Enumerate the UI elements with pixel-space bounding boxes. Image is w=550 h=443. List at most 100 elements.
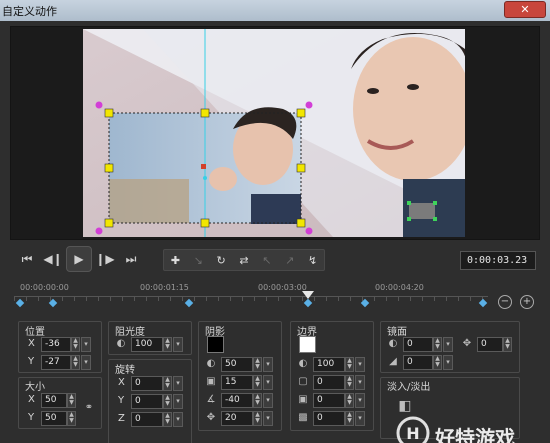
- zoom-out-icon[interactable]: −: [498, 295, 512, 309]
- opacity-field[interactable]: 100: [131, 337, 163, 352]
- swap-keyframe-icon[interactable]: ⇄: [233, 250, 256, 270]
- size-y-field[interactable]: 50: [41, 411, 67, 426]
- mirror-opacity-field[interactable]: 0: [403, 337, 433, 352]
- mirror-label: 镜面: [387, 327, 407, 338]
- mirror-distance-field[interactable]: 0: [477, 337, 503, 352]
- opacity-dropdown[interactable]: ▾: [173, 337, 183, 352]
- position-x-stepper[interactable]: ▲ ▼: [71, 337, 80, 352]
- title-bar: 自定义动作 ✕: [0, 0, 550, 21]
- position-y-dropdown[interactable]: ▾: [81, 355, 91, 370]
- skip-end-icon[interactable]: ⏭: [118, 248, 144, 270]
- mirror-fade-field[interactable]: 0: [403, 355, 433, 370]
- mirror-group: 镜面 ◐ 0 ▲ ▼ ▾ ✥ 0 ▲ ▼ ◢ 0 ▲ ▼ ▾: [380, 321, 520, 373]
- keyframe-toolbar: ✚ ↘ ↻ ⇄ ↖ ↗ ↯: [163, 249, 325, 271]
- skip-start-icon[interactable]: ⏮: [14, 248, 40, 270]
- rotation-x-field[interactable]: 0: [131, 376, 163, 391]
- border-blur-stepper[interactable]: ▲ ▼: [345, 393, 354, 408]
- size-group: 大小 X 50 ▲ ▼ Y 50 ▲ ▼ ⚭: [18, 377, 102, 429]
- prev-frame-icon[interactable]: ◀❙: [40, 248, 66, 270]
- mirror-distance-stepper[interactable]: ▲ ▼: [503, 337, 512, 352]
- link-icon[interactable]: ⚭: [83, 402, 95, 414]
- shadow-distance-stepper[interactable]: ▲ ▼: [253, 411, 262, 426]
- border-group: 边界 ◐ 100 ▲ ▼ ▾ ▢ 0 ▲ ▼ ▾ ▣ 0 ▲ ▼ ▾ ▩ 0 ▲ ▼ ▾: [290, 321, 374, 431]
- rotation-z-dropdown[interactable]: ▾: [173, 412, 183, 427]
- remove-keyframe-icon[interactable]: ↘: [187, 250, 210, 270]
- border-width-stepper[interactable]: ▲ ▼: [345, 375, 354, 390]
- reverse-keyframe-icon[interactable]: ↻: [210, 250, 233, 270]
- shadow-opacity-dropdown[interactable]: ▾: [263, 357, 273, 372]
- zoom-in-icon[interactable]: +: [520, 295, 534, 309]
- ruler-mark-2: 00:00:03:00: [258, 283, 307, 292]
- border-opacity-dropdown[interactable]: ▾: [355, 357, 365, 372]
- shadow-color-swatch[interactable]: [207, 336, 224, 353]
- move-right-icon[interactable]: ↗: [278, 250, 301, 270]
- mirror-opacity-dropdown[interactable]: ▾: [443, 337, 453, 352]
- opacity-stepper[interactable]: ▲ ▼: [163, 337, 172, 352]
- mirror-fade-stepper[interactable]: ▲ ▼: [433, 355, 442, 370]
- border-corner-dropdown[interactable]: ▾: [355, 411, 365, 426]
- border-blur-icon: ▣: [298, 394, 308, 405]
- rotation-y-dropdown[interactable]: ▾: [173, 394, 183, 409]
- rotation-z-field[interactable]: 0: [131, 412, 163, 427]
- border-width-dropdown[interactable]: ▾: [355, 375, 365, 390]
- size-y-stepper[interactable]: ▲ ▼: [67, 411, 76, 426]
- shadow-angle-field[interactable]: -40: [221, 393, 253, 408]
- shadow-blur-field[interactable]: 15: [221, 375, 253, 390]
- opacity-label: 阻光度: [115, 327, 145, 338]
- border-opacity-field[interactable]: 100: [313, 357, 345, 372]
- shadow-angle-dropdown[interactable]: ▾: [263, 393, 273, 408]
- preview-canvas[interactable]: [83, 29, 465, 237]
- watermark-logo: H 好特游戏: [395, 413, 545, 443]
- preview-frame: [10, 26, 540, 240]
- position-y-label: Y: [28, 356, 35, 367]
- rotation-z-label: Z: [118, 413, 125, 424]
- shadow-angle-stepper[interactable]: ▲ ▼: [253, 393, 262, 408]
- play-icon[interactable]: ▶: [66, 246, 92, 272]
- border-width-field[interactable]: 0: [313, 375, 345, 390]
- border-width-icon: ▢: [298, 376, 308, 387]
- mirror-opacity-stepper[interactable]: ▲ ▼: [433, 337, 442, 352]
- size-x-label: X: [28, 394, 35, 405]
- position-y-stepper[interactable]: ▲ ▼: [71, 355, 80, 370]
- border-opacity-icon: ◐: [298, 358, 308, 369]
- playhead[interactable]: [302, 291, 314, 299]
- border-opacity-stepper[interactable]: ▲ ▼: [345, 357, 354, 372]
- rotation-x-stepper[interactable]: ▲ ▼: [163, 376, 172, 391]
- watermark-text: 好特游戏: [435, 426, 515, 443]
- timeline-track[interactable]: [14, 296, 488, 306]
- timeline-ruler: 00:00:00:00 00:00:01:15 00:00:03:00 00:0…: [0, 283, 550, 295]
- rotation-y-field[interactable]: 0: [131, 394, 163, 409]
- size-x-field[interactable]: 50: [41, 393, 67, 408]
- move-left-icon[interactable]: ↖: [255, 250, 278, 270]
- mirror-fade-dropdown[interactable]: ▾: [443, 355, 453, 370]
- border-corner-field[interactable]: 0: [313, 411, 345, 426]
- position-y-field[interactable]: -27: [41, 355, 71, 370]
- shadow-opacity-stepper[interactable]: ▲ ▼: [253, 357, 262, 372]
- position-x-field[interactable]: -36: [41, 337, 71, 352]
- rotation-x-dropdown[interactable]: ▾: [173, 376, 183, 391]
- rotation-z-stepper[interactable]: ▲ ▼: [163, 412, 172, 427]
- ruler-mark-0: 00:00:00:00: [20, 283, 69, 292]
- border-corner-stepper[interactable]: ▲ ▼: [345, 411, 354, 426]
- timecode-display[interactable]: 0:00:03.23: [460, 251, 536, 270]
- goto-keyframe-icon[interactable]: ↯: [301, 250, 324, 270]
- rotation-group: 旋转 X 0 ▲ ▼ ▾ Y 0 ▲ ▼ ▾ Z 0 ▲ ▼ ▾: [108, 359, 192, 443]
- close-button[interactable]: ✕: [504, 1, 546, 18]
- rotation-y-stepper[interactable]: ▲ ▼: [163, 394, 172, 409]
- size-x-stepper[interactable]: ▲ ▼: [67, 393, 76, 408]
- opacity-group: 阻光度 ◐ 100 ▲ ▼ ▾: [108, 321, 192, 355]
- border-blur-field[interactable]: 0: [313, 393, 345, 408]
- border-color-swatch[interactable]: [299, 336, 316, 353]
- opacity-icon: ◐: [116, 338, 126, 349]
- shadow-blur-stepper[interactable]: ▲ ▼: [253, 375, 262, 390]
- border-blur-dropdown[interactable]: ▾: [355, 393, 365, 408]
- shadow-distance-field[interactable]: 20: [221, 411, 253, 426]
- shadow-blur-dropdown[interactable]: ▾: [263, 375, 273, 390]
- next-frame-icon[interactable]: ❙▶: [92, 248, 118, 270]
- shadow-opacity-field[interactable]: 50: [221, 357, 253, 372]
- add-keyframe-icon[interactable]: ✚: [164, 250, 187, 270]
- shadow-angle-icon: ∡: [206, 394, 216, 405]
- position-x-dropdown[interactable]: ▾: [81, 337, 91, 352]
- shadow-distance-dropdown[interactable]: ▾: [263, 411, 273, 426]
- ruler-mark-3: 00:00:04:20: [375, 283, 424, 292]
